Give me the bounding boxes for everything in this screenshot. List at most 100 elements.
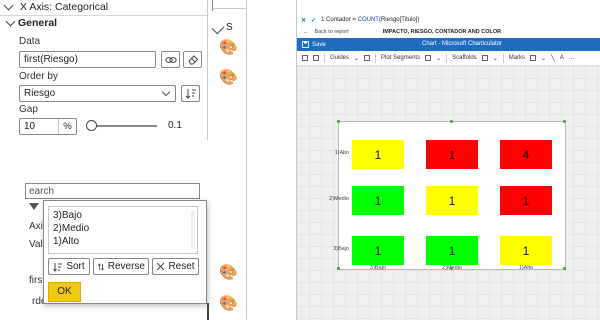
palette-icon[interactable]: 🎨	[219, 296, 238, 311]
marks-icon[interactable]	[302, 55, 308, 61]
chart-canvas[interactable]: 1141111111)Alto2)Medio3)Bajo3)Bajo2)Medi…	[297, 66, 600, 320]
resize-handle[interactable]	[563, 267, 566, 270]
screenshot-root: X Axis: Categorical General Data first(R…	[0, 0, 600, 320]
divider	[212, 0, 213, 11]
scaffolds-menu[interactable]: Scaffolds	[452, 55, 477, 61]
charticulator-window: ✕ ✓ 1 Contador = COUNT(Riesgo[Titulo]) ←…	[296, 0, 600, 320]
heatmap-cell[interactable]: 1	[352, 186, 404, 215]
sort-label: Sort	[66, 261, 85, 272]
x-axis-section-header[interactable]: X Axis: Categorical	[2, 0, 108, 14]
fragment-axis: Axi	[29, 221, 43, 232]
marks-menu[interactable]: Marks	[509, 55, 525, 61]
general-subsection-header[interactable]: General	[4, 16, 58, 29]
plot-segment-icon[interactable]	[425, 55, 432, 61]
back-arrow-icon[interactable]: ←	[303, 29, 309, 35]
report-visual-title: IMPACTO, RIESGO, CONTADOR AND COLOR	[382, 29, 502, 35]
rect-mark-icon[interactable]	[530, 55, 537, 61]
plot-segments-menu[interactable]: Plot Segments	[381, 55, 420, 61]
back-row: ← Back to report IMPACTO, RIESGO, CONTAD…	[297, 26, 600, 38]
close-icon[interactable]: ✕	[301, 17, 306, 24]
divider	[446, 53, 448, 63]
clear-data-button[interactable]	[183, 51, 202, 68]
resize-handle[interactable]	[450, 120, 453, 123]
window-title: Chart - Microsoft Charticulator	[422, 41, 503, 47]
heatmap-cell[interactable]: 4	[500, 140, 552, 169]
sort-button[interactable]: Sort	[48, 258, 90, 275]
reverse-icon	[97, 262, 104, 271]
gap-input[interactable]: 10 %	[19, 118, 77, 135]
fields-strip-top: S 🎨 🎨	[209, 0, 247, 140]
divider	[213, 8, 247, 9]
order-by-dropdown[interactable]: Riesgo	[19, 85, 176, 102]
palette-icon[interactable]: 🎨	[219, 40, 238, 55]
formula-function: COUNT	[357, 17, 379, 23]
chevron-down-icon[interactable]: ⌄	[541, 55, 546, 62]
text-icon[interactable]: A	[560, 55, 564, 61]
reset-button[interactable]: Reset	[152, 258, 199, 275]
heatmap-cell[interactable]: 1	[500, 236, 552, 265]
fields-strip-bottom: 🎨 🎨	[209, 140, 247, 320]
palette-icon[interactable]: 🎨	[219, 70, 238, 85]
gap-value: 10	[24, 121, 36, 132]
sort-icon	[53, 262, 63, 272]
resize-handle[interactable]	[337, 120, 340, 123]
chevron-down-icon[interactable]: ⌄	[493, 55, 498, 62]
bind-data-button[interactable]	[161, 51, 180, 68]
gap-slider-thumb[interactable]	[86, 120, 97, 131]
order-by-label: Order by	[19, 71, 58, 82]
divider	[502, 53, 504, 63]
gap-label: Gap	[19, 104, 38, 115]
divider	[324, 53, 325, 63]
gap-slider-track[interactable]	[92, 125, 157, 127]
scaffold-icon[interactable]	[481, 55, 488, 61]
more-icon[interactable]: …	[569, 55, 575, 61]
divider	[0, 15, 207, 16]
heatmap-cell[interactable]: 1	[352, 140, 404, 169]
x-tick-label: 3)Bajo	[370, 265, 386, 271]
palette-icon[interactable]: 🎨	[219, 265, 238, 280]
scrollbar[interactable]	[191, 211, 195, 249]
sort-items-list[interactable]: 3)Bajo 2)Medio 1)Alto	[48, 206, 198, 254]
back-to-report-link[interactable]: Back to report	[315, 29, 349, 35]
save-button[interactable]: Save	[297, 41, 326, 48]
heatmap-cell[interactable]: 1	[426, 236, 478, 265]
list-item[interactable]: 1)Alto	[53, 236, 79, 248]
formula-argument: (Riesgo[Titulo])	[378, 17, 420, 23]
general-title: General	[18, 17, 58, 29]
list-icon[interactable]	[313, 55, 319, 61]
chevron-down-icon	[5, 16, 16, 27]
line-icon[interactable]: ╲	[551, 55, 555, 62]
heatmap-cell[interactable]: 1	[500, 186, 552, 215]
save-label: Save	[312, 41, 326, 48]
filter-icon[interactable]	[29, 203, 39, 210]
data-field[interactable]: first(Riesgo)	[19, 51, 156, 68]
resize-handle[interactable]	[450, 267, 453, 270]
link-icon	[164, 56, 177, 63]
list-item[interactable]: 2)Medio	[53, 223, 89, 235]
fragment-first: firs	[29, 275, 43, 286]
guide-icon[interactable]	[364, 55, 371, 61]
resize-handle[interactable]	[337, 267, 340, 270]
formula-line-number: 1	[321, 17, 325, 23]
search-input[interactable]: earch	[25, 183, 200, 199]
sort-order-button[interactable]	[181, 85, 200, 102]
formula-text[interactable]: 1 Contador = COUNT(Riesgo[Titulo])	[321, 17, 419, 23]
heatmap-cell[interactable]: 1	[352, 236, 404, 265]
guides-menu[interactable]: Guides	[330, 55, 349, 61]
heatmap-cell[interactable]: 1	[426, 186, 478, 215]
chart-plot-area[interactable]: 1141111111)Alto2)Medio3)Bajo3)Bajo2)Medi…	[329, 120, 566, 271]
heatmap-cell[interactable]: 1	[426, 140, 478, 169]
chevron-down-icon[interactable]: ⌄	[354, 55, 359, 62]
chevron-down-icon[interactable]: ⌄	[436, 55, 441, 62]
check-icon[interactable]: ✓	[311, 17, 316, 24]
x-axis-section-title: X Axis: Categorical	[20, 1, 109, 13]
y-tick-label: 2)Medio	[329, 196, 349, 202]
ok-button[interactable]: OK	[48, 282, 81, 302]
sort-popup: 3)Bajo 2)Medio 1)Alto Sort Reverse Reset…	[43, 200, 207, 304]
list-item[interactable]: 3)Bajo	[53, 210, 82, 222]
reverse-button[interactable]: Reverse	[93, 258, 149, 275]
resize-handle[interactable]	[563, 120, 566, 123]
formula-bar[interactable]: ✕ ✓ 1 Contador = COUNT(Riesgo[Titulo])	[297, 14, 600, 26]
chevron-down-icon	[211, 21, 225, 35]
formula-measure-name: Contador	[326, 17, 351, 23]
